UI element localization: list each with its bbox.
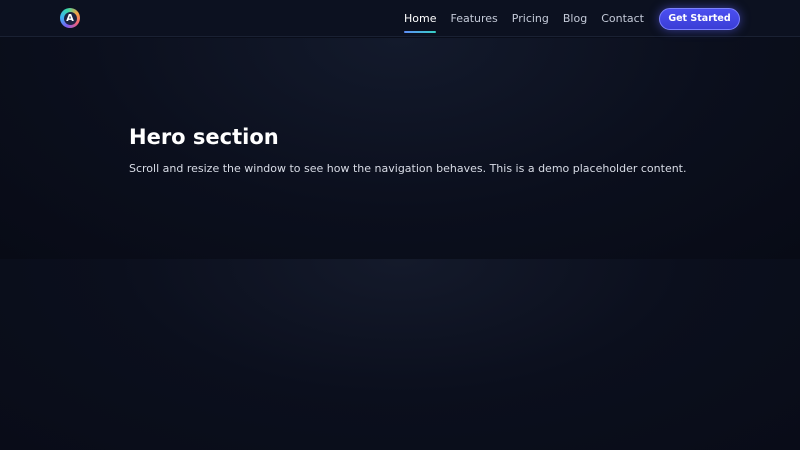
nav-link-home-label: Home	[404, 11, 437, 25]
nav-link-pricing-label: Pricing	[511, 11, 549, 25]
nav-link-blog-label: Blog	[562, 11, 588, 25]
nav-link-pricing[interactable]: Pricing	[512, 12, 549, 26]
logo-letter: A	[63, 11, 77, 25]
active-nav-underline	[404, 30, 437, 33]
nav-link-contact[interactable]: Contact	[601, 12, 644, 26]
nav-link-home[interactable]: Home	[404, 11, 437, 33]
content-section	[0, 259, 800, 450]
nav-link-blog[interactable]: Blog	[563, 12, 587, 26]
get-started-label: Get Started	[668, 13, 731, 24]
nav-links: Home Features Pricing Blog Contact Get S…	[404, 0, 740, 37]
hero-section: Hero section Scroll and resize the windo…	[0, 38, 800, 259]
logo[interactable]: A	[60, 8, 80, 28]
nav-link-features[interactable]: Features	[450, 12, 497, 26]
hero-description: Scroll and resize the window to see how …	[129, 162, 687, 175]
navbar: A Home Features Pricing Blog Contact Get…	[0, 0, 800, 37]
page: A Home Features Pricing Blog Contact Get…	[0, 0, 800, 450]
hero-title: Hero section	[129, 125, 279, 149]
get-started-button[interactable]: Get Started	[659, 7, 740, 30]
nav-link-contact-label: Contact	[601, 11, 644, 25]
nav-link-features-label: Features	[450, 11, 498, 25]
